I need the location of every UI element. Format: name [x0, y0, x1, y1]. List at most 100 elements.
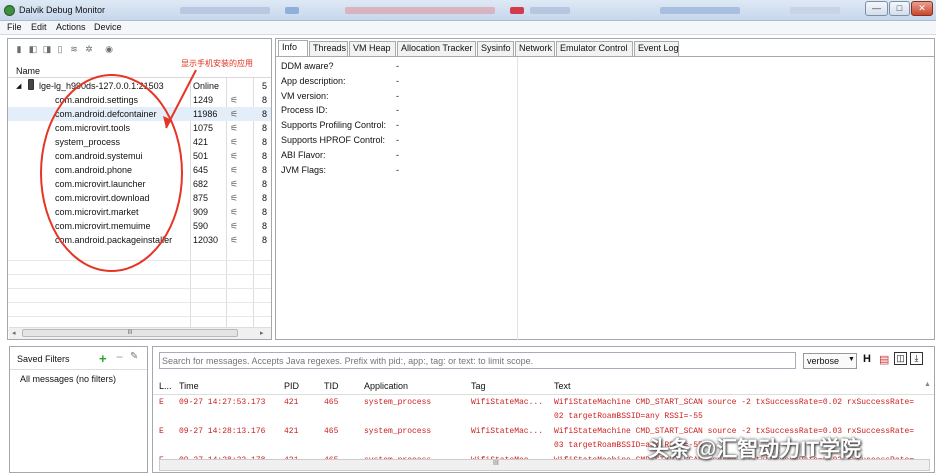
- log-tid: 465: [324, 427, 339, 436]
- device-extra: 5: [262, 81, 268, 91]
- log-column-4[interactable]: Application: [364, 381, 408, 391]
- menu-actions[interactable]: Actions: [56, 22, 86, 32]
- process-pid: 875: [193, 193, 209, 203]
- tab-event-log[interactable]: Event Log: [634, 41, 679, 56]
- info-value: -: [396, 61, 399, 71]
- tab-threads[interactable]: Threads: [309, 41, 348, 56]
- info-label: Supports HPROF Control:: [281, 135, 386, 145]
- log-app: system_process: [364, 398, 432, 407]
- menu-file[interactable]: File: [7, 22, 22, 32]
- info-value: -: [396, 105, 399, 116]
- menu-edit[interactable]: Edit: [31, 22, 47, 32]
- heap-dump-icon[interactable]: ◨: [42, 44, 52, 54]
- log-column-1[interactable]: Time: [179, 381, 199, 391]
- log-column-6[interactable]: Text: [554, 381, 571, 391]
- blurred-region: [660, 7, 740, 14]
- info-label: JVM Flags:: [281, 164, 327, 175]
- tab-allocation-tracker[interactable]: Allocation Tracker: [397, 41, 476, 56]
- log-column-2[interactable]: PID: [284, 381, 299, 391]
- annotation-arrow: [163, 69, 197, 129]
- scroll-right-icon[interactable]: ▸: [260, 329, 264, 337]
- screenshot-icon[interactable]: ◉: [104, 44, 114, 54]
- scroll-up-icon[interactable]: ▲: [924, 381, 931, 388]
- info-label: DDM aware?: [281, 61, 334, 71]
- process-port: 8: [262, 95, 268, 105]
- scroll-left-icon[interactable]: ◂: [12, 329, 16, 337]
- tab-emulator-control[interactable]: Emulator Control: [556, 41, 633, 56]
- log-time: 09-27 14:27:53.173: [179, 398, 266, 407]
- empty-row-line: [8, 302, 271, 303]
- edit-filter-icon[interactable]: ✎: [130, 351, 138, 362]
- empty-row-line: [8, 274, 271, 275]
- debug-bug-icon: ⚟: [230, 193, 239, 203]
- divider: [10, 369, 147, 370]
- log-pid: 421: [284, 427, 299, 436]
- process-pid: 645: [193, 165, 209, 175]
- log-column-5[interactable]: Tag: [471, 381, 486, 391]
- info-value: -: [396, 75, 399, 86]
- process-port: 8: [262, 193, 268, 203]
- blurred-region: [530, 7, 570, 14]
- scroll-thumb[interactable]: III: [22, 329, 238, 337]
- log-column-0[interactable]: L...: [159, 381, 172, 391]
- logcat-search-input[interactable]: [159, 352, 796, 369]
- blurred-region: [510, 7, 524, 14]
- info-value: -: [396, 149, 399, 160]
- saved-filters-title: Saved Filters: [17, 354, 70, 364]
- minimize-button[interactable]: —: [865, 1, 888, 16]
- info-value: -: [396, 135, 399, 145]
- maximize-button[interactable]: □: [889, 1, 910, 16]
- log-level-select[interactable]: verbose ▼: [803, 353, 857, 369]
- stop-icon[interactable]: ▯: [55, 44, 65, 54]
- save-log-icon[interactable]: H: [863, 353, 871, 365]
- info-value: -: [396, 120, 399, 131]
- info-label: Supports Profiling Control:: [281, 120, 387, 131]
- divider: [153, 394, 934, 395]
- threads-icon[interactable]: ≋: [69, 44, 79, 54]
- log-level-value: verbose: [807, 356, 840, 366]
- info-value: -: [396, 90, 399, 101]
- app-icon: [4, 5, 15, 16]
- info-label: ABI Flavor:: [281, 149, 326, 160]
- menu-device[interactable]: Device: [94, 22, 122, 32]
- log-tag: WifiStateMac...: [471, 427, 544, 436]
- log-level: E: [159, 398, 164, 407]
- process-pid: 909: [193, 207, 209, 217]
- debug-icon[interactable]: ▮: [14, 44, 24, 54]
- log-scroll-thumb[interactable]: III: [493, 460, 499, 467]
- log-text-continued: 02 targetRoamBSSID=any RSSI=-55: [554, 412, 703, 421]
- info-label: App description:: [281, 75, 346, 86]
- toggle-filters-icon[interactable]: ◫: [894, 352, 907, 365]
- close-button[interactable]: ✕: [911, 1, 933, 16]
- clear-log-icon[interactable]: ▤: [879, 353, 889, 366]
- log-tid: 465: [324, 398, 339, 407]
- process-port: 8: [262, 123, 268, 133]
- info-divider: [517, 57, 518, 340]
- scroll-lock-icon[interactable]: ⤓: [910, 352, 923, 365]
- tab-sysinfo[interactable]: Sysinfo: [477, 41, 514, 56]
- watermark: 头条 @汇智动力IT学院: [648, 438, 861, 461]
- debug-bug-icon: ⚟: [230, 179, 239, 189]
- process-pid: 590: [193, 221, 209, 231]
- filter-item-all[interactable]: All messages (no filters): [20, 374, 116, 384]
- name-column-header[interactable]: Name: [16, 66, 40, 76]
- expand-icon[interactable]: ◢: [16, 82, 21, 90]
- tab-info[interactable]: Info: [278, 40, 308, 56]
- update-heap-icon[interactable]: ◧: [28, 44, 38, 54]
- tab-vm-heap[interactable]: VM Heap: [349, 41, 396, 56]
- log-time: 09-27 14:28:13.176: [179, 427, 266, 436]
- debug-bug-icon: ⚟: [230, 235, 239, 245]
- log-tag: WifiStateMac...: [471, 398, 544, 407]
- process-pid: 501: [193, 151, 209, 161]
- process-port: 8: [262, 151, 268, 161]
- tab-network[interactable]: Network: [515, 41, 555, 56]
- process-port: 8: [262, 179, 268, 189]
- add-filter-icon[interactable]: +: [99, 351, 107, 366]
- window-title: Dalvik Debug Monitor: [19, 5, 106, 15]
- log-column-3[interactable]: TID: [324, 381, 339, 391]
- empty-row-line: [8, 288, 271, 289]
- process-port: 8: [262, 235, 268, 245]
- alloc-icon[interactable]: ✲: [84, 44, 94, 54]
- process-pid: 682: [193, 179, 209, 189]
- remove-filter-icon[interactable]: −: [116, 350, 123, 364]
